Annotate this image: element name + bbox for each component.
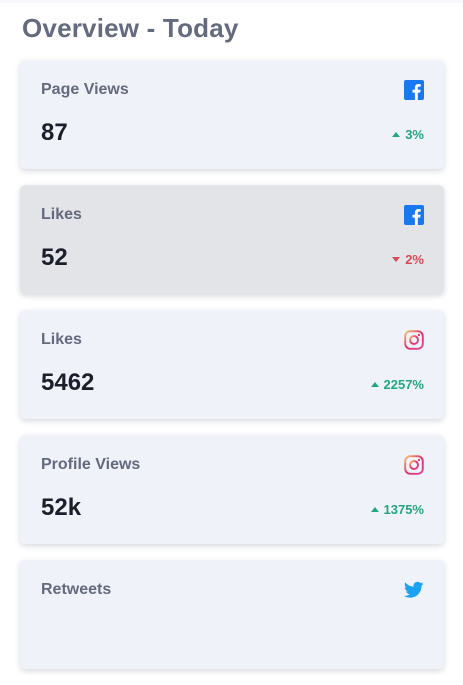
overview-card-twitter-retweets[interactable]: Retweets <box>20 560 444 669</box>
facebook-icon <box>404 205 424 225</box>
change-percent: 1375% <box>383 502 424 517</box>
instagram-icon <box>404 330 424 350</box>
change-percent: 2% <box>405 252 424 267</box>
page-title: Overview - Today <box>22 13 239 43</box>
change-indicator: 1375% <box>370 502 424 517</box>
change-indicator: 3% <box>392 127 424 142</box>
card-value: 87 <box>41 119 68 146</box>
change-indicator: 2257% <box>370 377 424 392</box>
overview-card-instagram-profile-views[interactable]: Profile Views 52k 1375% <box>20 435 444 544</box>
card-label: Likes <box>41 331 82 348</box>
overview-card-instagram-likes[interactable]: Likes 5462 2257% <box>20 310 444 419</box>
overview-cards: Page Views 87 3% Likes 52 2% Likes 5462 … <box>20 60 444 685</box>
instagram-icon <box>404 455 424 475</box>
card-value: 52k <box>41 494 82 521</box>
twitter-icon <box>404 581 424 598</box>
top-strip <box>0 0 463 3</box>
overview-card-facebook-likes[interactable]: Likes 52 2% <box>20 185 444 294</box>
overview-card-facebook-page-views[interactable]: Page Views 87 3% <box>20 60 444 169</box>
card-label: Profile Views <box>41 456 141 473</box>
card-label: Page Views <box>41 81 129 98</box>
change-percent: 2257% <box>383 377 424 392</box>
change-indicator: 2% <box>392 252 424 267</box>
arrow-up-icon <box>392 132 401 137</box>
arrow-up-icon <box>370 507 379 512</box>
change-percent: 3% <box>405 127 424 142</box>
card-label: Likes <box>41 206 82 223</box>
card-value: 5462 <box>41 369 95 396</box>
facebook-icon <box>404 80 424 100</box>
card-value: 52 <box>41 244 68 271</box>
arrow-up-icon <box>370 382 379 387</box>
card-label: Retweets <box>41 581 112 598</box>
arrow-down-icon <box>392 257 401 262</box>
